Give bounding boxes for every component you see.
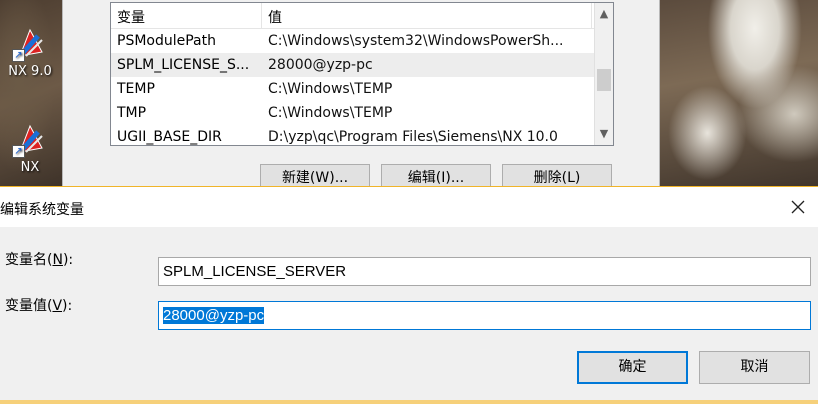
- desktop-wallpaper-right: [660, 0, 818, 190]
- list-row[interactable]: TMP C:\Windows\TEMP: [111, 101, 613, 125]
- row-variable-value: C:\Windows\system32\WindowsPowerSh...: [268, 33, 564, 49]
- variable-value-label: 变量值(V):: [5, 295, 72, 315]
- list-scrollbar[interactable]: ▲ ▼: [594, 3, 613, 145]
- row-variable-value: D:\yzp\qc\Program Files\Siemens\NX 10.0: [268, 129, 558, 145]
- scroll-thumb[interactable]: [597, 69, 611, 91]
- list-row[interactable]: TEMP C:\Windows\TEMP: [111, 77, 613, 101]
- variable-value-input[interactable]: 28000@yzp-pc: [158, 301, 811, 330]
- shortcut-arrow-icon: ↗: [12, 49, 25, 62]
- access-key: N: [52, 252, 63, 268]
- row-variable-value: C:\Windows\TEMP: [268, 81, 393, 97]
- list-row[interactable]: UGII_BASE_DIR D:\yzp\qc\Program Files\Si…: [111, 125, 613, 145]
- list-header: 变量 值: [111, 3, 613, 29]
- list-row[interactable]: SPLM_LICENSE_S... 28000@yzp-pc: [111, 53, 613, 77]
- row-variable-name: TEMP: [117, 81, 155, 97]
- dialog-titlebar[interactable]: 编辑系统变量: [0, 187, 818, 227]
- dialog-title: 编辑系统变量: [0, 202, 84, 218]
- selected-text: 28000@yzp-pc: [163, 307, 265, 324]
- scroll-down-icon[interactable]: ▼: [595, 125, 613, 143]
- row-variable-value: 28000@yzp-pc: [268, 57, 373, 73]
- dialog-body: 变量名(N): SPLM_LICENSE_SERVER 变量值(V): 2800…: [0, 227, 818, 404]
- close-icon[interactable]: [784, 193, 812, 221]
- desktop-icon-label: NX: [20, 160, 40, 175]
- label-text: ):: [62, 298, 73, 314]
- column-header-variable[interactable]: 变量: [111, 3, 262, 28]
- variable-name-input[interactable]: SPLM_LICENSE_SERVER: [158, 257, 811, 286]
- row-variable-name: PSModulePath: [117, 33, 216, 49]
- variable-name-label: 变量名(N):: [5, 249, 73, 269]
- desktop-icon-label: NX 9.0: [8, 64, 52, 79]
- desktop-icon-nx9[interactable]: ↗ NX 9.0: [2, 26, 58, 79]
- column-header-value[interactable]: 值: [262, 3, 592, 28]
- nx-app-icon: ↗: [12, 122, 48, 158]
- access-key: V: [52, 298, 63, 314]
- scroll-up-icon[interactable]: ▲: [595, 5, 613, 23]
- label-text: 变量名(: [5, 252, 53, 268]
- label-text: 变量值(: [5, 298, 53, 314]
- cancel-button[interactable]: 取消: [699, 351, 810, 384]
- desktop-icon-nx[interactable]: ↗ NX: [2, 122, 58, 175]
- ok-button[interactable]: 确定: [577, 351, 688, 384]
- row-variable-value: C:\Windows\TEMP: [268, 105, 393, 121]
- shortcut-arrow-icon: ↗: [12, 145, 25, 158]
- system-variables-list[interactable]: 变量 值 PSModulePath C:\Windows\system32\Wi…: [110, 2, 614, 146]
- row-variable-name: SPLM_LICENSE_S...: [117, 57, 250, 73]
- edit-system-variable-dialog: 编辑系统变量 变量名(N): SPLM_LICENSE_SERVER 变量值(V…: [0, 186, 818, 404]
- dialog-bottom-edge: [0, 400, 818, 404]
- nx-app-icon: ↗: [12, 26, 48, 62]
- list-row[interactable]: PSModulePath C:\Windows\system32\Windows…: [111, 29, 613, 53]
- environment-variables-window: 变量 值 PSModulePath C:\Windows\system32\Wi…: [62, 0, 660, 192]
- row-variable-name: UGII_BASE_DIR: [117, 129, 222, 145]
- row-variable-name: TMP: [117, 105, 147, 121]
- label-text: ):: [62, 252, 74, 268]
